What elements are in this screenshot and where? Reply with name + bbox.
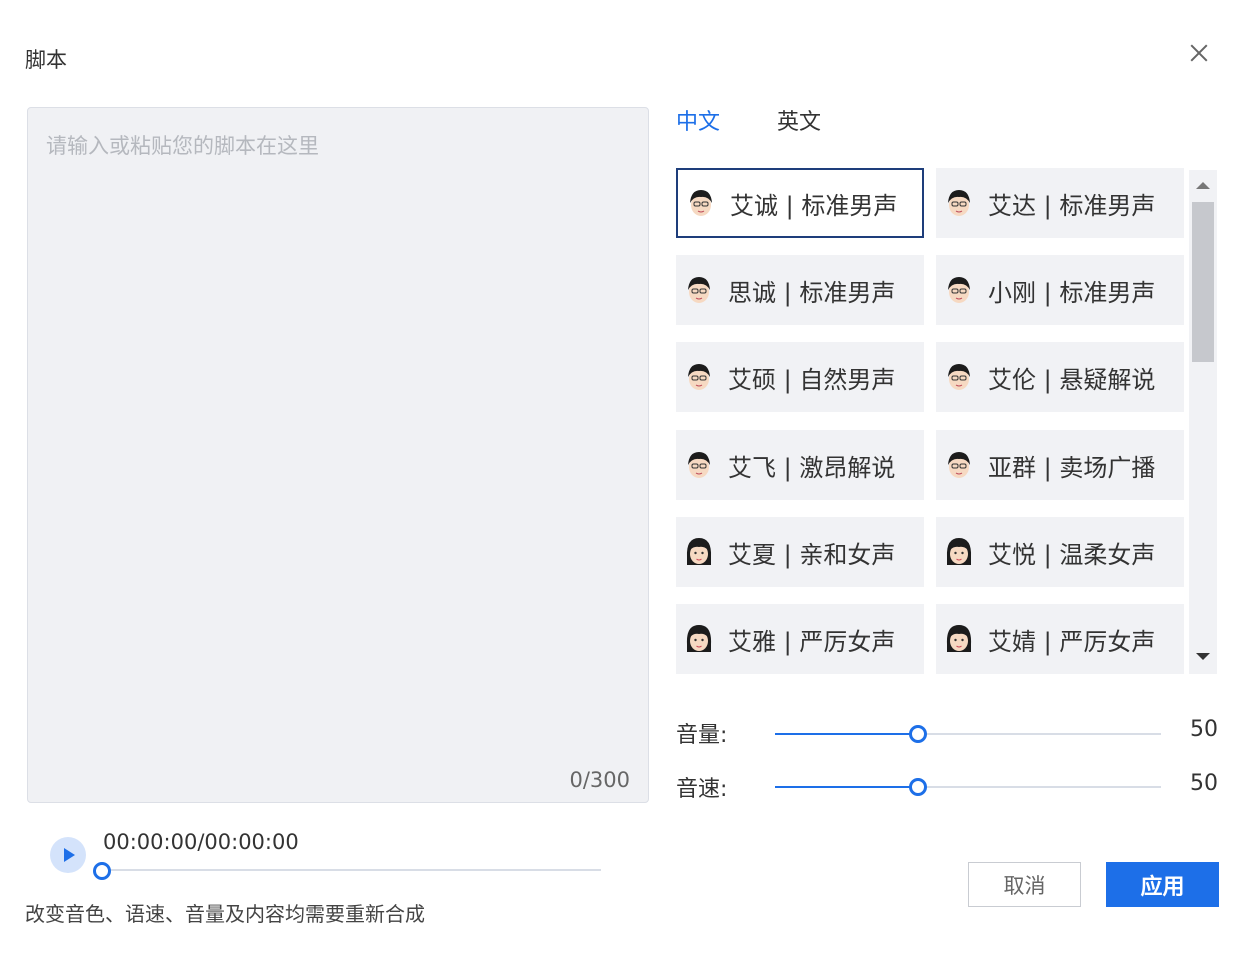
voice-label: 艾飞 | 激昂解说 xyxy=(728,453,896,482)
speed-slider-fill xyxy=(775,786,918,788)
speed-slider[interactable] xyxy=(775,778,1161,796)
voice-label: 思诚 | 标准男声 xyxy=(728,278,896,307)
volume-value: 50 xyxy=(1190,717,1218,742)
male-avatar-icon xyxy=(944,273,974,307)
voice-card[interactable]: 艾雅 | 严厉女声 xyxy=(676,604,924,674)
resynthesis-note: 改变音色、语速、音量及内容均需要重新合成 xyxy=(25,902,425,926)
playback-progress-handle[interactable] xyxy=(93,862,111,880)
speed-value: 50 xyxy=(1190,771,1218,796)
male-avatar-icon xyxy=(944,360,974,394)
tab-english[interactable]: 英文 xyxy=(777,104,821,136)
voice-card[interactable]: 艾硕 | 自然男声 xyxy=(676,342,924,412)
voice-label: 艾夏 | 亲和女声 xyxy=(728,540,896,569)
play-icon xyxy=(64,848,75,862)
voice-label: 亚群 | 卖场广播 xyxy=(988,453,1156,482)
voice-label: 艾达 | 标准男声 xyxy=(988,191,1156,220)
female-avatar-icon xyxy=(944,622,974,656)
voice-grid: 艾诚 | 标准男声 艾达 | 标准男声思诚 | 标准男声 小刚 | 标准男声艾硕 |… xyxy=(676,168,1188,676)
female-avatar-icon xyxy=(944,535,974,569)
voice-card[interactable]: 艾达 | 标准男声 xyxy=(936,168,1184,238)
volume-slider-fill xyxy=(775,733,918,735)
voice-card[interactable]: 艾悦 | 温柔女声 xyxy=(936,517,1184,587)
male-avatar-icon xyxy=(684,273,714,307)
voice-label: 小刚 | 标准男声 xyxy=(988,278,1156,307)
male-avatar-icon xyxy=(684,360,714,394)
apply-button[interactable]: 应用 xyxy=(1106,862,1219,907)
scroll-thumb[interactable] xyxy=(1192,202,1214,362)
volume-slider-handle[interactable] xyxy=(908,725,927,743)
male-avatar-icon xyxy=(686,186,716,220)
voice-card[interactable]: 艾伦 | 悬疑解说 xyxy=(936,342,1184,412)
female-avatar-icon xyxy=(684,535,714,569)
speed-slider-handle[interactable] xyxy=(908,778,927,796)
voice-card[interactable]: 艾婧 | 严厉女声 xyxy=(936,604,1184,674)
close-icon[interactable] xyxy=(1184,38,1214,68)
tab-chinese[interactable]: 中文 xyxy=(676,104,720,136)
play-button[interactable] xyxy=(50,837,86,873)
time-readout: 00:00:00/00:00:00 xyxy=(103,830,299,854)
voice-card[interactable]: 艾诚 | 标准男声 xyxy=(676,168,924,238)
dialog-title: 脚本 xyxy=(25,48,67,72)
male-avatar-icon xyxy=(944,448,974,482)
voice-card[interactable]: 艾飞 | 激昂解说 xyxy=(676,430,924,500)
voice-label: 艾硕 | 自然男声 xyxy=(728,365,896,394)
scroll-down-icon[interactable] xyxy=(1196,653,1210,660)
voice-label: 艾雅 | 严厉女声 xyxy=(728,627,896,656)
male-avatar-icon xyxy=(684,448,714,482)
script-input[interactable] xyxy=(28,108,648,802)
script-editor: 0/300 xyxy=(27,107,649,803)
voice-label: 艾伦 | 悬疑解说 xyxy=(988,365,1156,394)
voice-label: 艾婧 | 严厉女声 xyxy=(988,627,1156,656)
volume-slider[interactable] xyxy=(775,725,1161,743)
scroll-up-icon[interactable] xyxy=(1196,182,1210,189)
voice-label: 艾诚 | 标准男声 xyxy=(730,191,898,220)
voice-list-scrollbar[interactable] xyxy=(1189,170,1217,674)
female-avatar-icon xyxy=(684,622,714,656)
voice-card[interactable]: 小刚 | 标准男声 xyxy=(936,255,1184,325)
male-avatar-icon xyxy=(944,186,974,220)
char-count: 0/300 xyxy=(569,768,630,792)
cancel-button[interactable]: 取消 xyxy=(968,862,1081,907)
voice-card[interactable]: 思诚 | 标准男声 xyxy=(676,255,924,325)
voice-card[interactable]: 亚群 | 卖场广播 xyxy=(936,430,1184,500)
volume-label: 音量: xyxy=(676,723,728,748)
voice-card[interactable]: 艾夏 | 亲和女声 xyxy=(676,517,924,587)
speed-label: 音速: xyxy=(676,777,728,802)
voice-label: 艾悦 | 温柔女声 xyxy=(988,540,1156,569)
playback-progress-track[interactable] xyxy=(101,869,601,871)
